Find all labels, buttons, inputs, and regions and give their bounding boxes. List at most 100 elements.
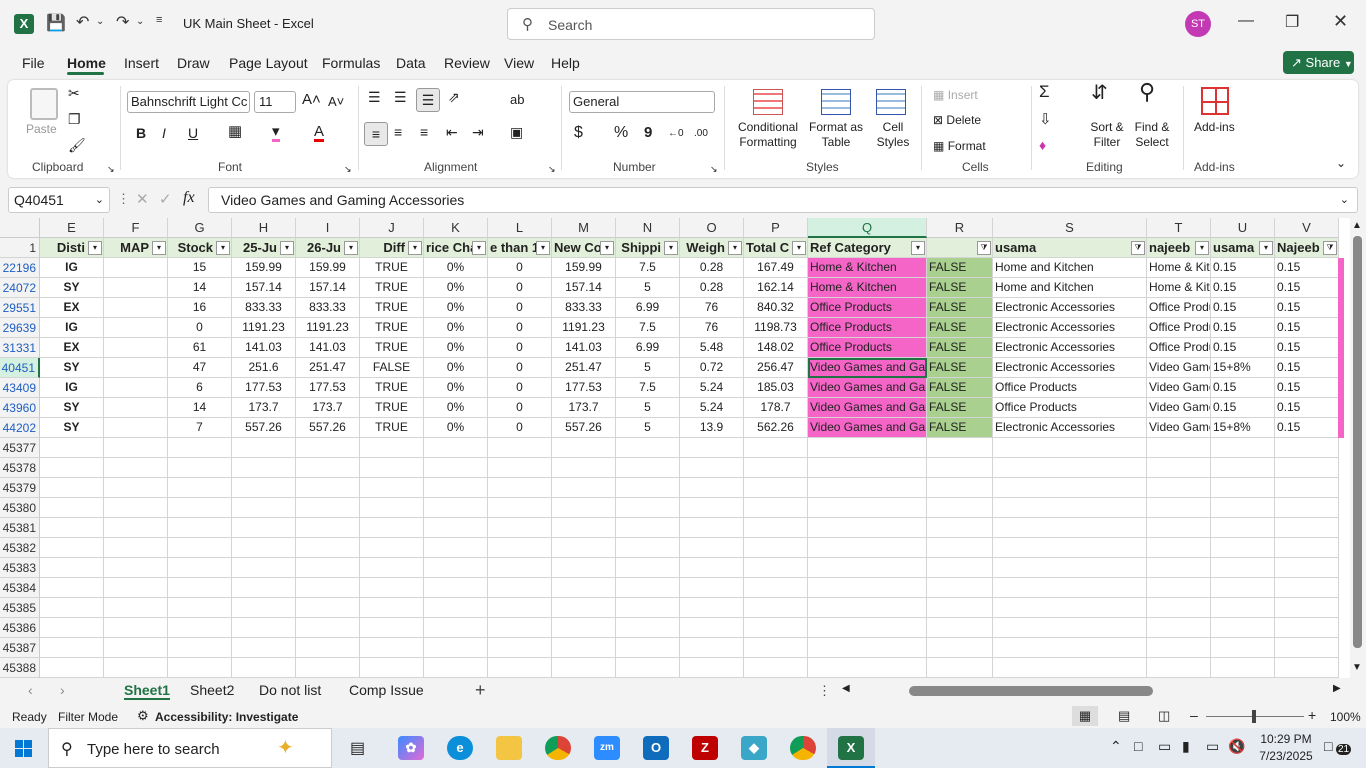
empty-cell[interactable] — [488, 578, 552, 598]
cell-m[interactable]: 173.7 — [552, 398, 616, 418]
column-header-s[interactable]: S — [993, 218, 1147, 238]
clock-date[interactable]: 7/23/2025 — [1256, 749, 1316, 763]
align-center-icon[interactable]: ≡ — [394, 125, 402, 140]
empty-cell[interactable] — [616, 658, 680, 678]
empty-cell[interactable] — [1147, 538, 1211, 558]
cell-p[interactable]: 256.47 — [744, 358, 808, 378]
cell-t[interactable]: Video Games — [1147, 418, 1211, 438]
cell-f[interactable] — [104, 398, 168, 418]
empty-cell[interactable] — [616, 538, 680, 558]
column-header-h[interactable]: H — [232, 218, 296, 238]
empty-cell[interactable] — [552, 618, 616, 638]
insert-cells-button[interactable]: ▦ Insert — [933, 88, 1003, 103]
cell-f[interactable] — [104, 358, 168, 378]
empty-cell[interactable] — [927, 558, 993, 578]
cell-p[interactable]: 178.7 — [744, 398, 808, 418]
row-header[interactable]: 43409 — [0, 378, 40, 398]
tab-review[interactable]: Review — [444, 55, 490, 71]
cell-m[interactable]: 251.47 — [552, 358, 616, 378]
empty-cell[interactable] — [40, 578, 104, 598]
empty-cell[interactable] — [616, 618, 680, 638]
empty-cell[interactable] — [1147, 558, 1211, 578]
empty-cell[interactable] — [1211, 518, 1275, 538]
empty-cell[interactable] — [104, 518, 168, 538]
cell-h[interactable]: 833.33 — [232, 298, 296, 318]
delete-cells-button[interactable]: ⊠ Delete — [933, 113, 1003, 128]
empty-cell[interactable] — [680, 658, 744, 678]
conditional-formatting-icon[interactable] — [753, 89, 783, 115]
cell-s[interactable]: Electronic Accessories — [993, 298, 1147, 318]
sheet-tab-comp-issue[interactable]: Comp Issue — [349, 682, 424, 698]
percent-button[interactable]: % — [614, 125, 628, 141]
empty-cell[interactable] — [552, 598, 616, 618]
cell-j[interactable]: TRUE — [360, 258, 424, 278]
empty-cell[interactable] — [993, 458, 1147, 478]
filter-dropdown-icon[interactable]: ▾ — [1195, 241, 1209, 255]
cell-e[interactable]: IG — [40, 258, 104, 278]
empty-cell[interactable] — [552, 538, 616, 558]
empty-cell[interactable] — [808, 598, 927, 618]
font-family-select[interactable]: Bahnschrift Light Cc — [127, 91, 250, 113]
share-button[interactable]: ↗ Share ▼ — [1283, 51, 1354, 74]
cell-v[interactable]: 0.15 — [1275, 318, 1339, 338]
cell-p[interactable]: 167.49 — [744, 258, 808, 278]
cell-m[interactable]: 177.53 — [552, 378, 616, 398]
empty-cell[interactable] — [993, 578, 1147, 598]
empty-cell[interactable] — [744, 498, 808, 518]
empty-cell[interactable] — [360, 638, 424, 658]
filter-dropdown-icon[interactable]: ▾ — [728, 241, 742, 255]
cell-h[interactable]: 557.26 — [232, 418, 296, 438]
currency-button[interactable]: $ — [574, 125, 583, 141]
orientation-icon[interactable]: ⇗ — [448, 90, 460, 105]
row-header[interactable]: 31331 — [0, 338, 40, 358]
empty-cell[interactable] — [232, 438, 296, 458]
cell-g[interactable]: 6 — [168, 378, 232, 398]
conditional-formatting-button[interactable]: Conditional Formatting — [733, 120, 803, 150]
tab-file[interactable]: File — [22, 55, 45, 71]
paste-icon[interactable] — [30, 88, 58, 120]
cell-m[interactable]: 833.33 — [552, 298, 616, 318]
cell-v[interactable]: 0.15 — [1275, 398, 1339, 418]
filter-dropdown-icon[interactable]: ▾ — [664, 241, 678, 255]
empty-cell[interactable] — [104, 458, 168, 478]
cell-t[interactable]: Video Games — [1147, 358, 1211, 378]
empty-cell[interactable] — [744, 538, 808, 558]
cell-s[interactable]: Electronic Accessories — [993, 338, 1147, 358]
empty-cell[interactable] — [40, 478, 104, 498]
cell-e[interactable]: EX — [40, 298, 104, 318]
cell-i[interactable]: 557.26 — [296, 418, 360, 438]
empty-cell[interactable] — [744, 438, 808, 458]
empty-cell[interactable] — [168, 518, 232, 538]
cell-styles-button[interactable]: Cell Styles — [870, 120, 916, 150]
empty-cell[interactable] — [424, 658, 488, 678]
empty-cell[interactable] — [616, 438, 680, 458]
empty-cell[interactable] — [168, 478, 232, 498]
sheet-options-icon[interactable]: ⋮ — [818, 683, 831, 699]
empty-cell[interactable] — [808, 558, 927, 578]
chrome-profile-icon[interactable] — [790, 736, 816, 760]
empty-cell[interactable] — [1147, 478, 1211, 498]
network-icon[interactable]: ▭ — [1206, 738, 1219, 755]
cell-t[interactable]: Home & Kitc — [1147, 258, 1211, 278]
cell-k[interactable]: 0% — [424, 278, 488, 298]
empty-cell[interactable] — [1275, 578, 1339, 598]
filter-dropdown-icon[interactable]: ▾ — [88, 241, 102, 255]
empty-cell[interactable] — [616, 598, 680, 618]
empty-cell[interactable] — [1211, 658, 1275, 678]
empty-cell[interactable] — [1211, 498, 1275, 518]
empty-cell[interactable] — [993, 618, 1147, 638]
empty-cell[interactable] — [40, 438, 104, 458]
column-header-o[interactable]: O — [680, 218, 744, 238]
empty-cell[interactable] — [552, 558, 616, 578]
cell-n[interactable]: 6.99 — [616, 298, 680, 318]
empty-cell[interactable] — [488, 498, 552, 518]
empty-cell[interactable] — [296, 598, 360, 618]
excel-taskbar-icon[interactable]: X — [838, 736, 864, 760]
meet-icon[interactable]: □ — [1134, 738, 1142, 754]
tab-home[interactable]: Home — [67, 55, 106, 71]
find-select-icon[interactable]: ⚲ — [1139, 81, 1155, 103]
column-header-e[interactable]: E — [40, 218, 104, 238]
find-select-button[interactable]: Find & Select — [1132, 120, 1172, 150]
cell-o[interactable]: 5.24 — [680, 398, 744, 418]
clock-time[interactable]: 10:29 PM — [1256, 732, 1316, 746]
